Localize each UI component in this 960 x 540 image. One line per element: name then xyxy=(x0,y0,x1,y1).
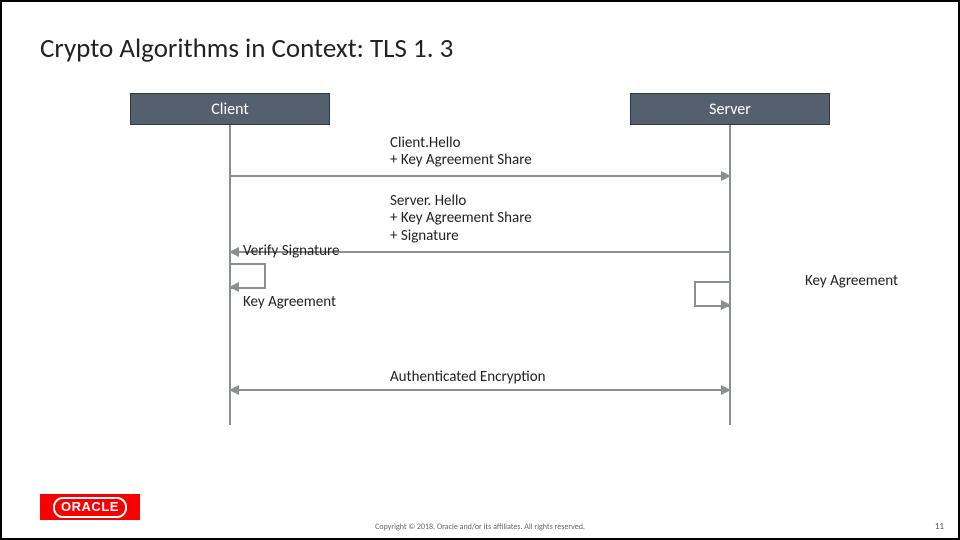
arrow-auth-encryption xyxy=(230,389,730,391)
actor-server: Server xyxy=(630,93,830,125)
oracle-logo: ORACLE xyxy=(40,494,140,520)
label-server-hello: Server. Hello + Key Agreement Share + Si… xyxy=(390,193,532,245)
actor-client: Client xyxy=(130,93,330,125)
lifeline-server xyxy=(729,125,731,425)
copyright-footer: Copyright © 2018, Oracle and/or its affi… xyxy=(2,522,958,532)
actor-server-label: Server xyxy=(709,100,751,119)
sequence-diagram: Client Server Client.Hello + Key Agreeme… xyxy=(90,93,870,433)
label-client-hello: Client.Hello + Key Agreement Share xyxy=(390,135,532,170)
slide-title: Crypto Algorithms in Context: TLS 1. 3 xyxy=(40,32,920,65)
loop-server-key-agreement xyxy=(694,281,730,307)
oracle-logo-text: ORACLE xyxy=(53,497,127,518)
label-verify-signature: Verify Signature xyxy=(243,243,339,260)
label-auth-encryption: Authenticated Encryption xyxy=(390,369,546,386)
actor-client-label: Client xyxy=(211,100,248,119)
page-number: 11 xyxy=(935,521,944,532)
arrow-client-hello xyxy=(230,175,730,177)
label-server-key-agreement: Key Agreement xyxy=(805,273,898,290)
label-client-key-agreement: Key Agreement xyxy=(243,294,336,311)
loop-client-key-agreement xyxy=(230,263,266,289)
slide: Crypto Algorithms in Context: TLS 1. 3 C… xyxy=(0,0,960,540)
